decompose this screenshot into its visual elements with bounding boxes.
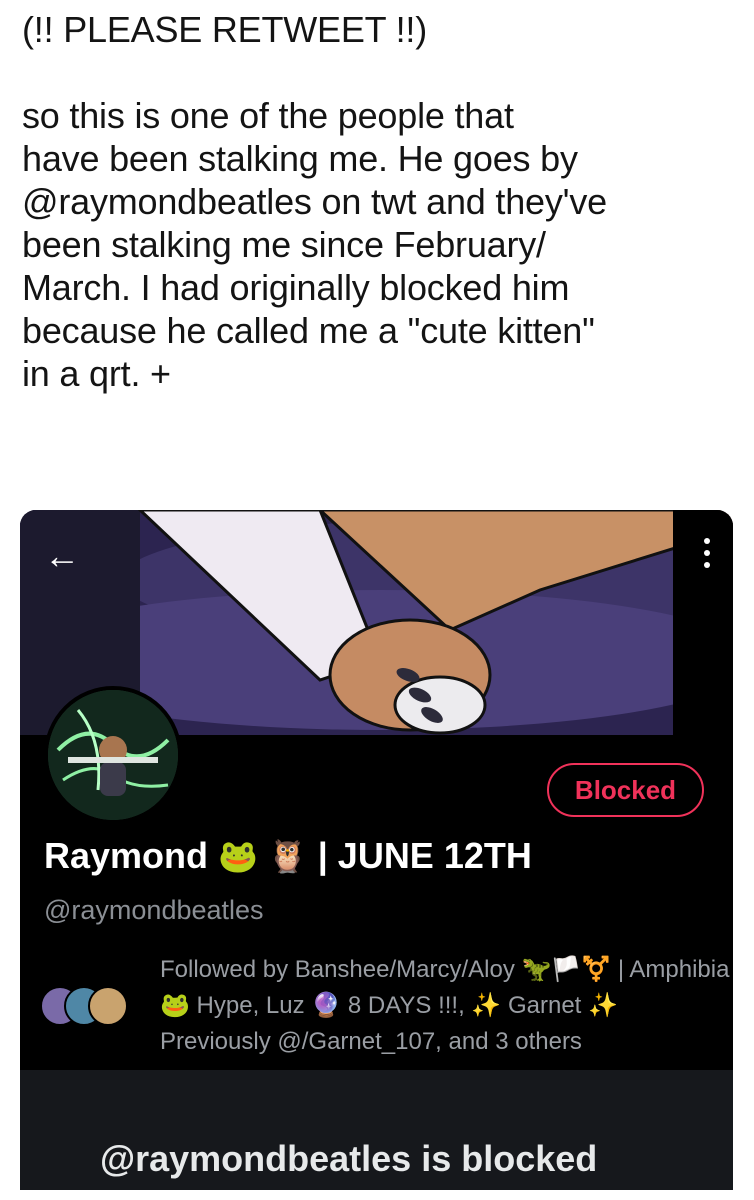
more-vertical-icon[interactable] (689, 532, 725, 582)
followed-by-text: Followed by Banshee/Marcy/Aloy 🦖🏳️⚧️ | A… (160, 956, 730, 1055)
blocked-message: @raymondbeatles is blocked (100, 1138, 598, 1179)
display-name-text: Raymond (44, 835, 209, 876)
back-arrow-icon[interactable]: ← (38, 532, 86, 580)
profile-screenshot: ← Blocked Raymond 🐸 🦉 | JUNE 12TH @raymo… (20, 510, 733, 1190)
display-name-suffix: | JUNE 12TH (317, 835, 532, 876)
follower-avatar (88, 986, 128, 1026)
frog-emoji-icon: 🐸 (218, 837, 258, 875)
owl-emoji-icon: 🦉 (267, 837, 308, 875)
followed-by[interactable]: Followed by Banshee/Marcy/Aloy 🦖🏳️⚧️ | A… (40, 952, 730, 1062)
handle: @raymondbeatles (44, 895, 264, 925)
avatar[interactable] (44, 686, 182, 824)
blocked-button[interactable]: Blocked (547, 763, 704, 817)
tweet-text: (!! PLEASE RETWEET !!) so this is one of… (22, 9, 607, 394)
display-name: Raymond 🐸 🦉 | JUNE 12TH (44, 835, 532, 877)
follower-avatars (40, 986, 132, 1026)
